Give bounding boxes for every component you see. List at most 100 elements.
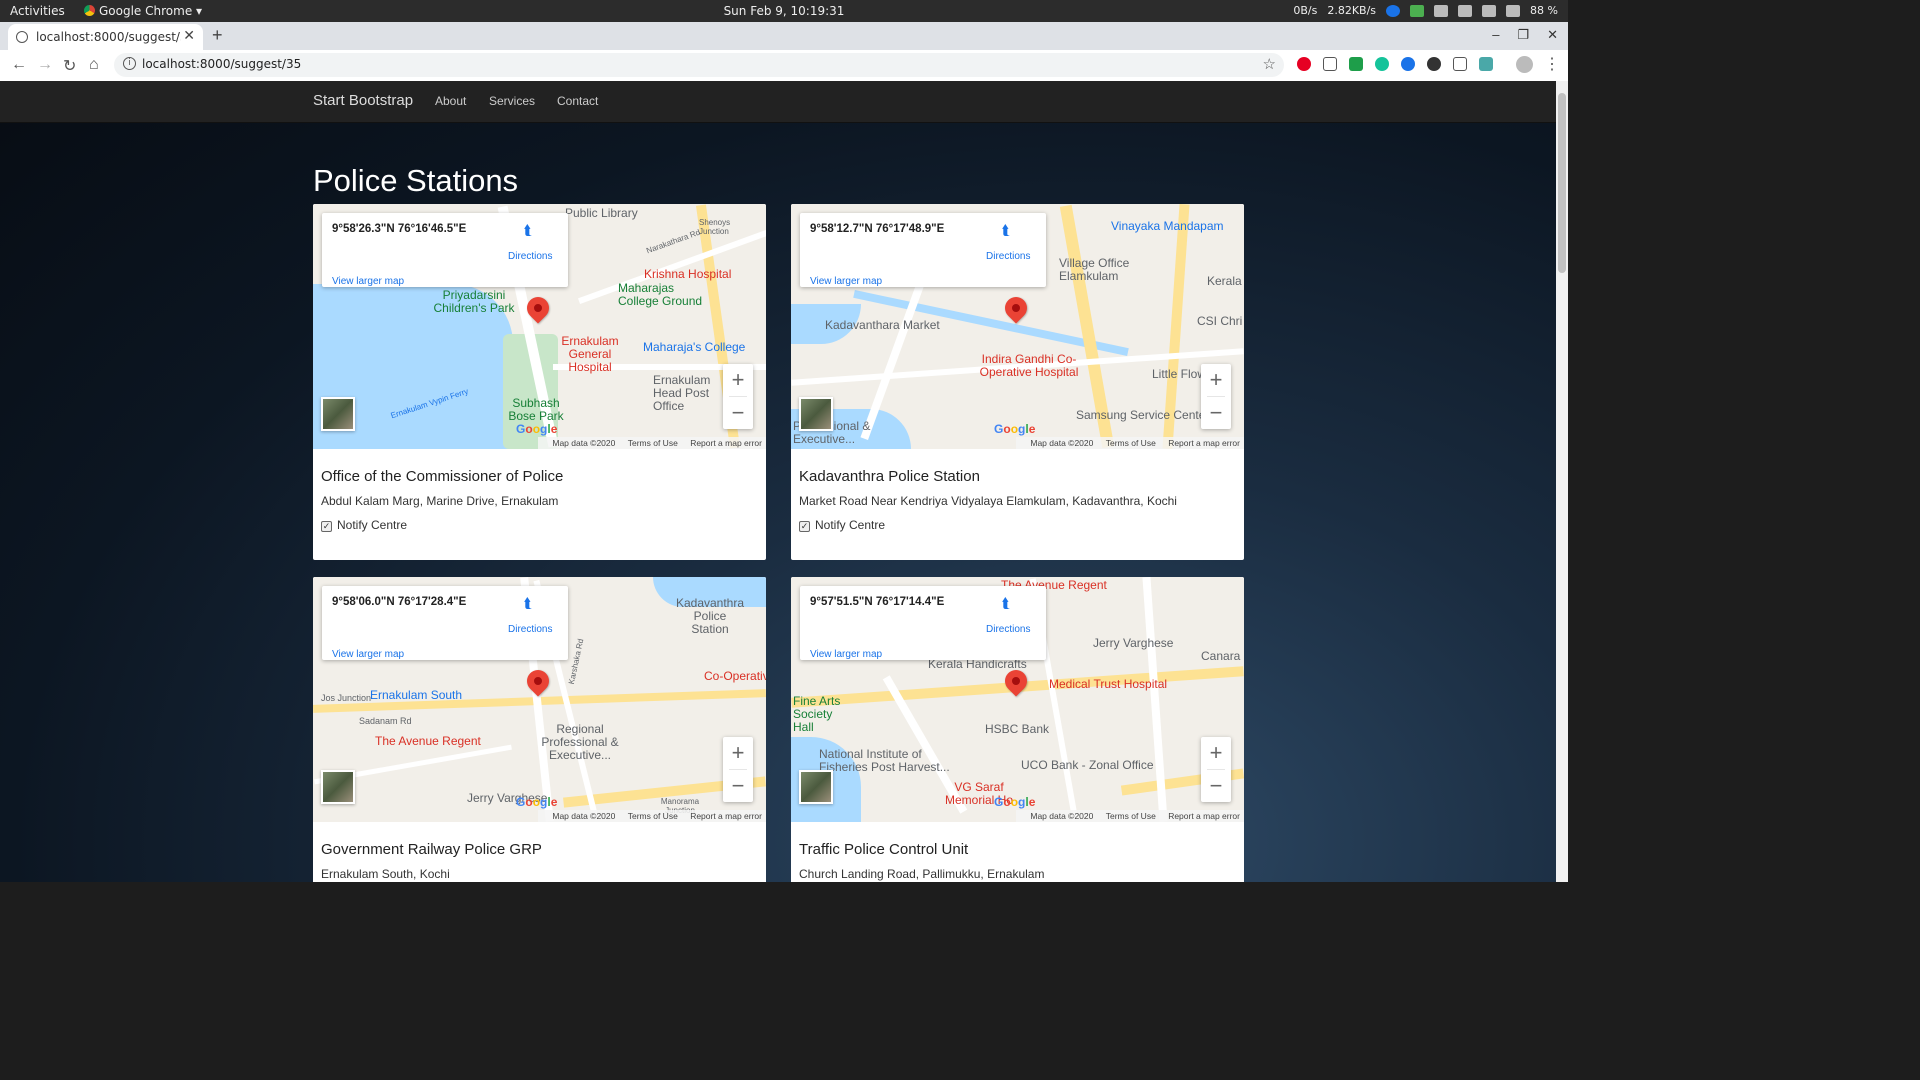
dark-extension-icon[interactable] [1427, 57, 1441, 71]
station-address: Market Road Near Kendriya Vidyalaya Elam… [799, 494, 1177, 508]
satellite-toggle[interactable] [799, 770, 833, 804]
map-data-text: Map data ©2020 [1030, 811, 1094, 821]
download-extension-icon[interactable] [1349, 57, 1363, 71]
browser-tab[interactable]: localhost:8000/suggest/35 ✕ [8, 24, 203, 50]
map-label: Ernakulam South [370, 688, 463, 702]
navbar-brand[interactable]: Start Bootstrap [313, 92, 413, 109]
maximize-icon[interactable]: ❐ [1517, 27, 1529, 43]
terms-link[interactable]: Terms of Use [628, 438, 678, 448]
map-label: Jerry Varghese [1093, 636, 1174, 650]
battery-level[interactable]: 88 % [1530, 4, 1558, 17]
map-label: Little Flow [1152, 367, 1207, 381]
zoom-in-button[interactable]: + [723, 737, 753, 769]
coordinates: 9°58'12.7"N 76°17'48.9"E [810, 223, 945, 235]
checkbox-checked-icon[interactable]: ✓ [321, 521, 332, 532]
clipboard-icon[interactable] [1434, 4, 1449, 17]
report-error-link[interactable]: Report a map error [690, 811, 762, 821]
directions-icon[interactable]: ⮬ [1002, 596, 1016, 610]
address-bar[interactable]: i localhost:8000/suggest/35 ☆ [114, 53, 1284, 77]
s-extension-icon[interactable] [1479, 57, 1493, 71]
directions-icon[interactable]: ⮬ [524, 223, 538, 237]
directions-icon[interactable]: ⮬ [524, 596, 538, 610]
site-info-icon[interactable]: i [123, 57, 136, 70]
embedded-map[interactable]: Public Library Krishna Hospital Maharaja… [313, 204, 766, 449]
url-text[interactable]: localhost:8000/suggest/35 [142, 57, 301, 71]
directions-link[interactable]: Directions [986, 624, 1030, 635]
nav-link-contact[interactable]: Contact [557, 94, 598, 108]
globe-icon [16, 31, 28, 43]
nav-link-about[interactable]: About [435, 94, 466, 108]
page-scrollbar[interactable] [1556, 81, 1568, 882]
forward-icon[interactable]: → [37, 56, 53, 74]
view-larger-map-link[interactable]: View larger map [810, 649, 882, 660]
system-tray[interactable]: 0B/s 2.82KB/s 88 % [1293, 4, 1558, 17]
directions-link[interactable]: Directions [986, 251, 1030, 262]
close-window-icon[interactable]: ✕ [1547, 27, 1558, 43]
scrollbar-thumb[interactable] [1558, 93, 1566, 273]
shield-icon[interactable] [1410, 4, 1425, 17]
satellite-toggle[interactable] [799, 397, 833, 431]
bookmark-star-icon[interactable]: ☆ [1263, 55, 1276, 73]
map-data-text: Map data ©2020 [1030, 438, 1094, 448]
notify-centre-checkbox[interactable]: ✓ Notify Centre [321, 518, 407, 532]
window-controls: – ❐ ✕ [1492, 27, 1558, 43]
zoom-out-button[interactable]: − [723, 770, 753, 802]
home-icon[interactable]: ⌂ [89, 56, 99, 74]
map-label: Regional Professional & Executive... [541, 722, 619, 762]
map-attribution: Map data ©2020 Terms of Use Report a map… [538, 810, 766, 822]
google-logo: Google [994, 795, 1036, 809]
zoom-out-button[interactable]: − [1201, 397, 1231, 429]
report-error-link[interactable]: Report a map error [1168, 811, 1240, 821]
directions-link[interactable]: Directions [508, 251, 552, 262]
minimize-icon[interactable]: – [1492, 27, 1499, 43]
new-tab-button[interactable]: + [212, 25, 223, 46]
page-title: Police Stations [313, 163, 519, 198]
view-larger-map-link[interactable]: View larger map [810, 276, 882, 287]
directions-link[interactable]: Directions [508, 624, 552, 635]
back-icon[interactable]: ← [11, 56, 27, 74]
notify-centre-checkbox[interactable]: ✓ Notify Centre [799, 518, 885, 532]
zoom-in-button[interactable]: + [723, 364, 753, 396]
map-label: Priyadarsini Children's Park [433, 288, 515, 315]
teamviewer-icon[interactable] [1386, 4, 1401, 17]
report-error-link[interactable]: Report a map error [1168, 438, 1240, 448]
terms-link[interactable]: Terms of Use [1106, 811, 1156, 821]
google-logo: Google [994, 422, 1036, 436]
location-pin-icon[interactable] [522, 665, 554, 697]
map-data-text: Map data ©2020 [552, 438, 616, 448]
station-address: Church Landing Road, Pallimukku, Ernakul… [799, 867, 1045, 881]
reload-icon[interactable]: ↻ [63, 56, 76, 76]
profile-avatar[interactable] [1516, 56, 1533, 73]
embedded-map[interactable]: Vinayaka Mandapam Village Office Elamkul… [791, 204, 1244, 449]
nav-link-services[interactable]: Services [489, 94, 535, 108]
satellite-toggle[interactable] [321, 770, 355, 804]
grammarly-extension-icon[interactable] [1375, 57, 1389, 71]
c-extension-icon[interactable] [1401, 57, 1415, 71]
code-extension-icon[interactable] [1453, 57, 1467, 71]
location-pin-icon[interactable] [1000, 292, 1032, 324]
close-tab-icon[interactable]: ✕ [183, 28, 195, 44]
zoom-out-button[interactable]: − [723, 397, 753, 429]
directions-icon[interactable]: ⮬ [1002, 223, 1016, 237]
menu-kebab-icon[interactable]: ⋮ [1544, 54, 1560, 74]
map-label: Village Office Elamkulam [1059, 256, 1130, 283]
embedded-map[interactable]: The Avenue Regent Jerry Varghese Canara … [791, 577, 1244, 822]
zoom-in-button[interactable]: + [1201, 364, 1231, 396]
volume-icon[interactable] [1506, 4, 1521, 17]
wifi-icon[interactable] [1482, 4, 1497, 17]
view-larger-map-link[interactable]: View larger map [332, 649, 404, 660]
terms-link[interactable]: Terms of Use [1106, 438, 1156, 448]
zoom-in-button[interactable]: + [1201, 737, 1231, 769]
map-label: Maharajas College Ground [618, 281, 703, 308]
pinterest-extension-icon[interactable] [1297, 57, 1311, 71]
terms-link[interactable]: Terms of Use [628, 811, 678, 821]
cloud-icon[interactable] [1458, 4, 1473, 17]
embedded-map[interactable]: Kadavanthra Police Station Ernakulam Sou… [313, 577, 766, 822]
map-attribution: Map data ©2020 Terms of Use Report a map… [1016, 810, 1244, 822]
zoom-out-button[interactable]: − [1201, 770, 1231, 802]
checkbox-checked-icon[interactable]: ✓ [799, 521, 810, 532]
satellite-toggle[interactable] [321, 397, 355, 431]
report-error-link[interactable]: Report a map error [690, 438, 762, 448]
reader-extension-icon[interactable] [1323, 57, 1337, 71]
view-larger-map-link[interactable]: View larger map [332, 276, 404, 287]
